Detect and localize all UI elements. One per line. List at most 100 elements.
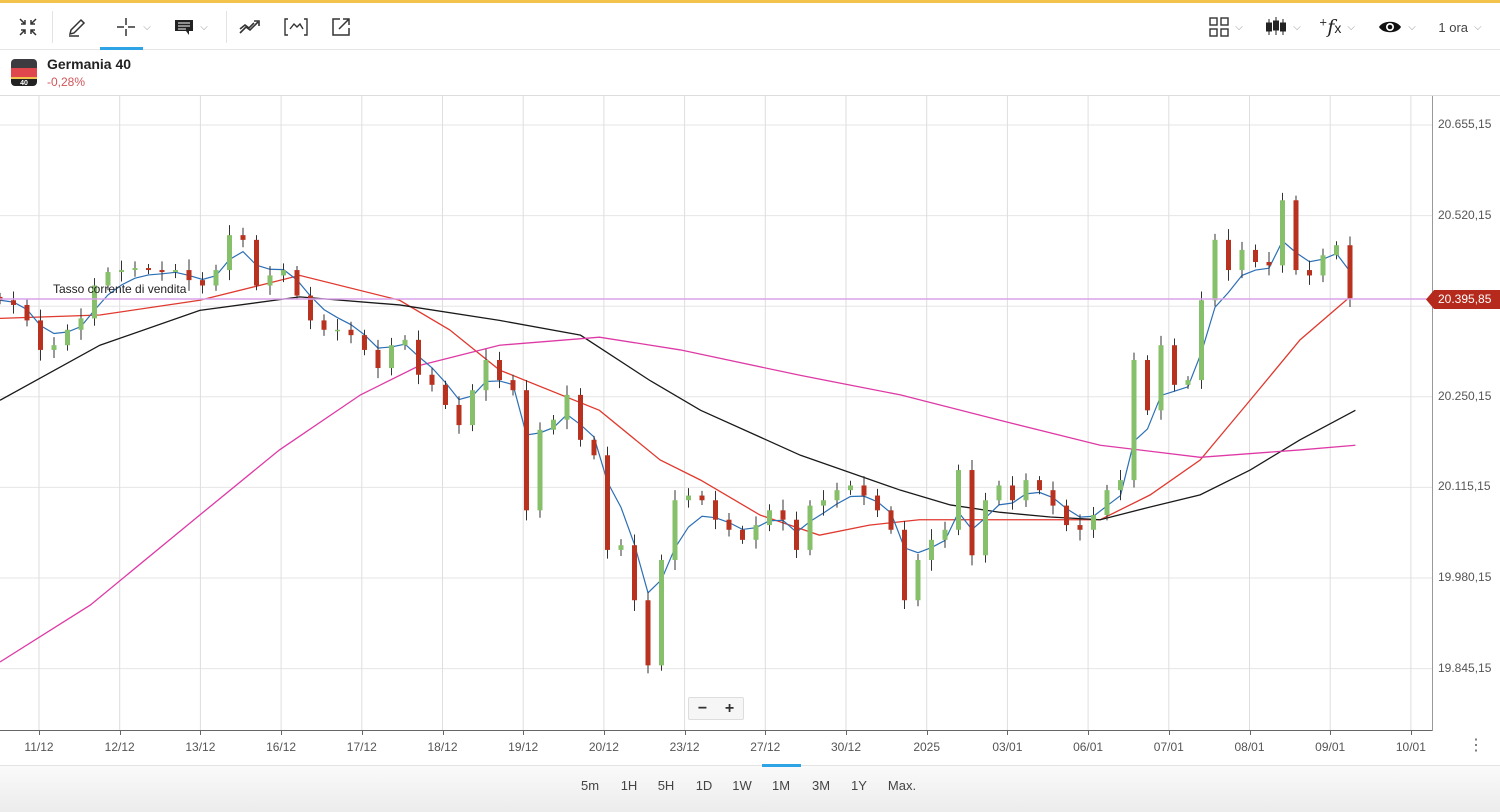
candle-body bbox=[348, 329, 354, 336]
candle-body bbox=[429, 374, 435, 385]
crosshair-icon bbox=[117, 18, 136, 36]
view-button[interactable]: ⌵ bbox=[1374, 13, 1420, 41]
candle-body bbox=[578, 394, 583, 440]
zoom-out-button[interactable]: − bbox=[689, 698, 716, 719]
date-tick-label: 03/01 bbox=[992, 740, 1023, 754]
timeframe-bar: 5m 1H 5H 1D 1W 1M 3M 1Y Max. bbox=[0, 764, 1500, 812]
candle-body bbox=[942, 529, 948, 540]
trend-icon bbox=[239, 20, 260, 34]
timeframe-5m[interactable]: 5m bbox=[581, 778, 599, 793]
zoom-in-button[interactable]: + bbox=[716, 698, 743, 719]
timeframe-5h[interactable]: 5H bbox=[658, 778, 675, 793]
price-axis[interactable] bbox=[1432, 96, 1433, 731]
candle-body bbox=[497, 359, 502, 381]
timeframe-max[interactable]: Max. bbox=[888, 778, 916, 793]
toolbar: ⌵ ⌵ ⌵ ⌵ +fx ⌵ ⌵ 1 ora ⌵ bbox=[0, 3, 1500, 50]
candle-body bbox=[713, 500, 718, 520]
candle-body bbox=[780, 510, 786, 520]
candle-body bbox=[632, 545, 637, 601]
date-tick bbox=[523, 730, 525, 735]
candle-body bbox=[470, 390, 475, 426]
candle-body bbox=[294, 270, 300, 296]
date-tick-label: 23/12 bbox=[669, 740, 700, 754]
candle-body bbox=[996, 485, 1002, 501]
collapse-icon bbox=[19, 18, 37, 36]
candle-body bbox=[1010, 485, 1015, 501]
candle-body bbox=[902, 529, 907, 601]
candle-body bbox=[443, 384, 448, 405]
candle-body bbox=[929, 539, 934, 560]
candle-body bbox=[119, 270, 124, 273]
candle-body bbox=[1077, 525, 1083, 530]
candle-body bbox=[1064, 505, 1069, 526]
candle-body bbox=[1158, 345, 1164, 411]
comment-button[interactable]: ⌵ bbox=[168, 13, 214, 41]
candle-body bbox=[132, 268, 138, 271]
candle-body bbox=[1050, 490, 1056, 506]
indicator-icon bbox=[284, 18, 308, 36]
date-tick bbox=[361, 730, 363, 735]
date-tick bbox=[442, 730, 444, 735]
trend-button[interactable] bbox=[236, 13, 264, 41]
date-tick bbox=[1088, 730, 1090, 735]
price-chart[interactable] bbox=[0, 96, 1432, 731]
candle-body bbox=[1239, 249, 1245, 271]
candle-body bbox=[1266, 262, 1272, 266]
candle-body bbox=[1280, 200, 1285, 266]
active-timeframe-indicator bbox=[762, 764, 801, 767]
candle-body bbox=[537, 429, 543, 511]
candle-body bbox=[618, 545, 624, 550]
chevron-down-icon: ⌵ bbox=[200, 21, 208, 33]
candle-body bbox=[1037, 480, 1042, 491]
timeframe-3m[interactable]: 3M bbox=[812, 778, 830, 793]
candle-body bbox=[1023, 480, 1029, 501]
candle-body bbox=[375, 349, 381, 369]
active-tool-indicator bbox=[100, 47, 143, 50]
crosshair-button[interactable]: ⌵ bbox=[110, 13, 156, 41]
indicator-button[interactable] bbox=[282, 13, 310, 41]
timeframe-1w[interactable]: 1W bbox=[732, 778, 752, 793]
candle-body bbox=[915, 559, 921, 601]
date-tick-label: 10/01 bbox=[1395, 740, 1426, 754]
date-tick-label: 13/12 bbox=[185, 740, 216, 754]
date-tick-label: 17/12 bbox=[346, 740, 377, 754]
date-tick-label: 30/12 bbox=[830, 740, 862, 754]
germany-flag-icon: 40 bbox=[11, 59, 37, 86]
date-tick bbox=[1168, 730, 1170, 735]
timeframe-1h[interactable]: 1H bbox=[621, 778, 638, 793]
date-tick-label: 19/12 bbox=[508, 740, 539, 754]
interval-value: 1 ora bbox=[1438, 19, 1469, 35]
comment-icon bbox=[175, 20, 194, 35]
timeframe-1d[interactable]: 1D bbox=[696, 778, 713, 793]
chevron-down-icon: ⌵ bbox=[1474, 21, 1482, 33]
candle-body bbox=[281, 270, 286, 276]
date-tick bbox=[1249, 730, 1251, 735]
more-options-icon[interactable]: ⋮ bbox=[1468, 735, 1484, 755]
functions-button[interactable]: +fx ⌵ bbox=[1314, 13, 1360, 41]
eye-icon bbox=[1379, 21, 1402, 33]
current-price-label: Tasso corrente di vendita bbox=[53, 282, 187, 296]
chart-type-button[interactable]: ⌵ bbox=[1262, 13, 1304, 41]
candle-body bbox=[213, 270, 219, 286]
candle-body bbox=[1118, 480, 1123, 491]
date-tick-label: 12/12 bbox=[104, 740, 135, 754]
candle-body bbox=[1320, 255, 1326, 276]
candle-body bbox=[1253, 249, 1258, 263]
candle-body bbox=[1172, 345, 1177, 385]
candle-body bbox=[821, 500, 826, 506]
timeframe-1y[interactable]: 1Y bbox=[851, 778, 867, 793]
candle-body bbox=[267, 275, 273, 286]
external-link-button[interactable] bbox=[328, 13, 354, 41]
candle-body bbox=[659, 559, 664, 666]
interval-select[interactable]: 1 ora ⌵ bbox=[1430, 13, 1490, 41]
candle-body bbox=[416, 339, 421, 375]
candle-body bbox=[173, 270, 178, 273]
candle-body bbox=[686, 495, 691, 501]
candle-body bbox=[510, 380, 516, 391]
draw-button[interactable] bbox=[64, 13, 90, 41]
layout-button[interactable]: ⌵ bbox=[1206, 13, 1246, 41]
candle-body bbox=[983, 500, 988, 556]
collapse-button[interactable] bbox=[14, 13, 42, 41]
candle-body bbox=[740, 529, 745, 540]
timeframe-1m[interactable]: 1M bbox=[772, 778, 790, 793]
